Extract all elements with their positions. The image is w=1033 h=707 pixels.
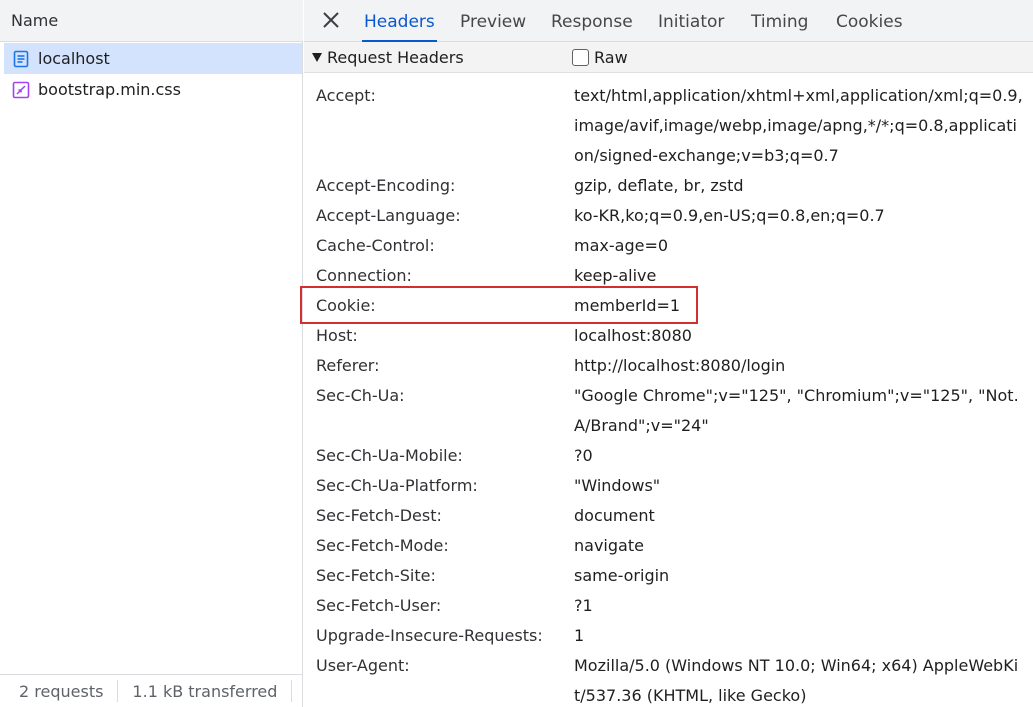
request-item-bootstrap-css[interactable]: bootstrap.min.css xyxy=(4,74,302,105)
request-item-label: bootstrap.min.css xyxy=(38,80,181,99)
close-icon[interactable] xyxy=(320,9,342,31)
header-name: Sec-Ch-Ua-Platform: xyxy=(316,476,478,495)
raw-label: Raw xyxy=(594,48,628,67)
header-name: Accept: xyxy=(316,86,376,105)
tab-response[interactable]: Response xyxy=(551,0,633,42)
tab-timing[interactable]: Timing xyxy=(751,0,808,42)
header-value: "Google Chrome";v="125", "Chromium";v="1… xyxy=(574,386,1019,435)
header-name: Sec-Fetch-User: xyxy=(316,596,442,615)
request-count: 2 requests xyxy=(19,681,104,701)
header-value: 1 xyxy=(574,626,585,645)
document-icon xyxy=(12,50,30,68)
header-value: Mozilla/5.0 (Windows NT 10.0; Win64; x64… xyxy=(574,656,1019,705)
expand-triangle-icon xyxy=(312,53,322,62)
headers-list[interactable]: Accept: text/html,application/xhtml+xml,… xyxy=(304,73,1033,707)
header-value: memberId=1 xyxy=(574,296,681,315)
header-value: document xyxy=(574,506,655,525)
header-value: gzip, deflate, br, zstd xyxy=(574,176,744,195)
header-value: max-age=0 xyxy=(574,236,669,255)
raw-checkbox[interactable]: Raw xyxy=(572,42,628,73)
request-headers-toggle[interactable]: Request Headers xyxy=(312,42,464,73)
network-status-bar: 2 requests 1.1 kB transferred xyxy=(0,674,303,707)
stylesheet-icon xyxy=(12,81,30,99)
tab-cookies[interactable]: Cookies xyxy=(836,0,903,42)
tab-preview[interactable]: Preview xyxy=(460,0,526,42)
header-value: ?0 xyxy=(574,446,593,465)
header-name: Connection: xyxy=(316,266,412,285)
tab-headers[interactable]: Headers xyxy=(362,0,437,42)
details-tab-bar: Headers Preview Response Initiator Timin… xyxy=(304,0,1033,42)
header-name: Sec-Ch-Ua-Mobile: xyxy=(316,446,463,465)
header-name: Accept-Encoding: xyxy=(316,176,456,195)
header-value: ?1 xyxy=(574,596,593,615)
request-list-panel: Name localhost bootstrap.min.css 2 reque… xyxy=(0,0,303,707)
tab-initiator[interactable]: Initiator xyxy=(658,0,724,42)
header-name: Sec-Fetch-Dest: xyxy=(316,506,442,525)
section-title: Request Headers xyxy=(327,48,464,67)
header-value: keep-alive xyxy=(574,266,657,285)
header-name: Accept-Language: xyxy=(316,206,461,225)
request-details-panel: Headers Preview Response Initiator Timin… xyxy=(300,0,1033,707)
header-value: ko-KR,ko;q=0.9,en-US;q=0.8,en;q=0.7 xyxy=(574,206,885,225)
header-name: Cookie: xyxy=(316,296,376,315)
transferred-size: 1.1 kB transferred xyxy=(132,681,278,701)
status-divider xyxy=(291,680,293,702)
header-name: Referer: xyxy=(316,356,380,375)
header-value: localhost:8080 xyxy=(574,326,692,345)
request-item-label: localhost xyxy=(38,49,110,68)
name-column-header[interactable]: Name xyxy=(0,0,303,42)
header-name: User-Agent: xyxy=(316,656,410,675)
header-value: text/html,application/xhtml+xml,applicat… xyxy=(574,86,1023,165)
request-headers-section-header: Request Headers Raw xyxy=(304,42,1033,73)
header-value: navigate xyxy=(574,536,644,555)
header-value: http://localhost:8080/login xyxy=(574,356,786,375)
header-value: "Windows" xyxy=(574,476,661,495)
header-name: Sec-Fetch-Site: xyxy=(316,566,436,585)
request-item-localhost[interactable]: localhost xyxy=(4,43,302,74)
header-name: Cache-Control: xyxy=(316,236,435,255)
header-name: Upgrade-Insecure-Requests: xyxy=(316,626,543,645)
header-value: same-origin xyxy=(574,566,670,585)
header-name: Host: xyxy=(316,326,358,345)
header-name: Sec-Fetch-Mode: xyxy=(316,536,449,555)
header-name: Sec-Ch-Ua: xyxy=(316,386,405,405)
checkbox-icon xyxy=(572,49,589,66)
